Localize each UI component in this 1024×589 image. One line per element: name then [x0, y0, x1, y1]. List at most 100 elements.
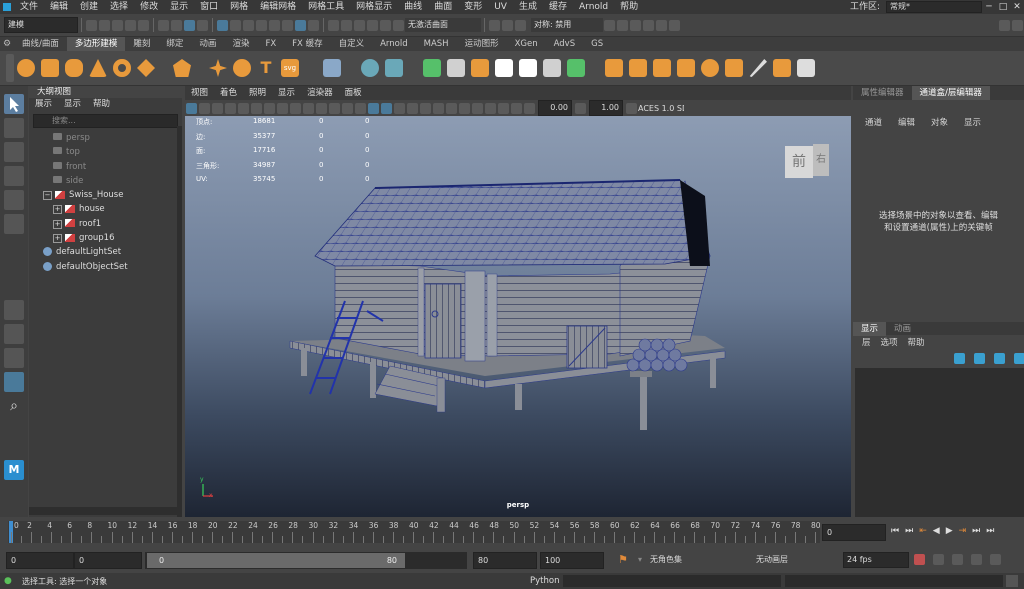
persp-viewport[interactable]: 顶点: 18681 0 0 边: 35377 0 0 面: 17716 0 0 三角形: 34987 0 0 U… [185, 116, 851, 517]
shelf-tab[interactable]: 绑定 [158, 37, 191, 51]
shelf-menu-icon[interactable]: ⚙ [0, 39, 14, 49]
gamma-icon[interactable] [575, 102, 586, 114]
menu-item[interactable]: UV [488, 0, 513, 14]
script-language-label[interactable]: Python [530, 576, 559, 586]
grease-pencil-icon[interactable] [251, 102, 262, 114]
uv-editor-icon[interactable] [361, 59, 379, 77]
camera-tools-icon[interactable] [643, 19, 654, 31]
maximize-icon[interactable]: □ [996, 2, 1010, 12]
view-cube-front-face[interactable]: 前 [785, 146, 813, 178]
outliner-scrollbar[interactable] [177, 126, 182, 517]
playback-end-field[interactable]: 80 [473, 552, 537, 569]
shelf-tab[interactable]: AdvS [546, 37, 584, 51]
sweep-mesh-icon[interactable] [209, 59, 227, 77]
settings-icon[interactable] [990, 554, 1001, 565]
loop-icon[interactable] [971, 554, 982, 565]
shelf-tab[interactable]: 动画 [191, 37, 224, 51]
outliner-layout-icon[interactable] [4, 372, 24, 392]
menu-item[interactable]: 网格工具 [302, 0, 350, 14]
bridge-icon[interactable] [653, 59, 671, 77]
script-editor-icon[interactable] [1006, 575, 1018, 587]
layer-editor-menu-item[interactable]: 层 [857, 336, 876, 350]
render-view-icon[interactable] [502, 19, 513, 31]
anim-start-field[interactable]: 0 [6, 552, 74, 569]
layer-list[interactable] [855, 368, 1024, 517]
sidebar-toggle-icon[interactable] [999, 19, 1010, 31]
select-hierarchy-icon[interactable] [158, 19, 169, 31]
gate-mask-icon[interactable] [303, 102, 314, 114]
menu-item[interactable]: 编辑网格 [254, 0, 302, 14]
shelf-tab[interactable]: FX 缓存 [284, 37, 330, 51]
remesh-icon[interactable] [543, 59, 561, 77]
shelf-tab[interactable]: 运动图形 [457, 37, 507, 51]
viewport-menu-item[interactable]: 着色 [214, 86, 243, 100]
shelf-tab[interactable]: MASH [416, 37, 457, 51]
shelf-tab[interactable]: 曲线/曲面 [14, 37, 67, 51]
outliner-item[interactable]: side [29, 174, 182, 188]
move-tool-icon[interactable] [4, 166, 24, 186]
shelf-tab[interactable]: GS [583, 37, 611, 51]
pick-mask-icon[interactable] [197, 19, 208, 31]
bevel-icon[interactable] [629, 59, 647, 77]
right-panel-tab[interactable]: 通道盒/层编辑器 [911, 86, 990, 100]
play-forward-icon[interactable]: ▶ [946, 526, 953, 536]
xray-icon[interactable] [498, 102, 509, 114]
undo-icon[interactable] [125, 19, 136, 31]
poly-cube-icon[interactable] [41, 59, 59, 77]
poke-icon[interactable] [725, 59, 743, 77]
channel-box-menu-item[interactable]: 显示 [956, 116, 989, 130]
outliner-item[interactable]: front [29, 160, 182, 174]
view-cube-right-face[interactable]: 右 [813, 144, 829, 176]
brush-settings-icon[interactable] [617, 19, 628, 31]
four-pane-layout-icon[interactable] [4, 324, 24, 344]
menu-item[interactable]: Arnold [573, 0, 614, 14]
shelf-tab[interactable]: 自定义 [331, 37, 373, 51]
render-frame-icon[interactable] [489, 19, 500, 31]
history-icon[interactable] [328, 19, 339, 31]
outliner-search-input[interactable]: 搜索... [33, 114, 178, 128]
expand-icon[interactable]: + [53, 205, 62, 215]
range-bar-handle[interactable]: 0 80 [147, 553, 405, 568]
layer-editor-tab[interactable]: 动画 [886, 322, 919, 336]
layer-editor-menu-item[interactable]: 选项 [876, 336, 903, 350]
uv-map-icon[interactable] [385, 59, 403, 77]
safe-action-icon[interactable] [329, 102, 340, 114]
quad-draw-icon[interactable] [797, 59, 815, 77]
safe-title-icon[interactable] [342, 102, 353, 114]
fps-dropdown[interactable]: 24 fps [843, 552, 909, 568]
snap-view-icon[interactable] [256, 19, 267, 31]
outliner-item[interactable]: + group16 [29, 231, 182, 245]
poly-text-icon[interactable]: T [257, 59, 275, 77]
menu-item[interactable]: 网格 [224, 0, 254, 14]
snap-grid-icon[interactable] [217, 19, 228, 31]
shelf-tab[interactable]: FX [257, 37, 284, 51]
lasso-tool-icon[interactable] [4, 118, 24, 138]
combine-icon[interactable] [423, 59, 441, 77]
motion-blur-icon[interactable] [446, 102, 457, 114]
outliner-item[interactable]: defaultLightSet [29, 245, 182, 259]
outliner-menu-item[interactable]: 展示 [29, 98, 58, 111]
auto-key-icon[interactable] [914, 554, 925, 565]
select-tool-icon[interactable] [4, 94, 24, 114]
lock-icon[interactable] [308, 19, 319, 31]
shadows-icon[interactable] [420, 102, 431, 114]
expand-icon[interactable]: + [53, 219, 62, 229]
rotate-tool-icon[interactable] [4, 190, 24, 210]
go-to-end-icon[interactable]: ⏭ [986, 526, 994, 536]
right-panel-tab[interactable]: 属性编辑器 [853, 86, 912, 100]
close-icon[interactable]: ✕ [1010, 2, 1024, 12]
boolean-icon[interactable] [495, 59, 513, 77]
minimize-icon[interactable]: ─ [982, 2, 996, 12]
channel-box-menu-item[interactable]: 编辑 [890, 116, 923, 130]
menu-item[interactable]: 变形 [458, 0, 488, 14]
scale-tool-icon[interactable] [4, 214, 24, 234]
menu-set-dropdown[interactable]: 建模 [4, 17, 78, 33]
shelf-tab[interactable]: XGen [507, 37, 546, 51]
textured-icon[interactable] [394, 102, 405, 114]
menu-item[interactable]: 编辑 [44, 0, 74, 14]
key-icon[interactable]: ⚑ [618, 553, 628, 566]
menu-item[interactable]: 曲面 [428, 0, 458, 14]
channel-toggle-icon[interactable] [1012, 19, 1023, 31]
live-object-icon[interactable] [393, 19, 404, 31]
image-plane-icon[interactable] [225, 102, 236, 114]
